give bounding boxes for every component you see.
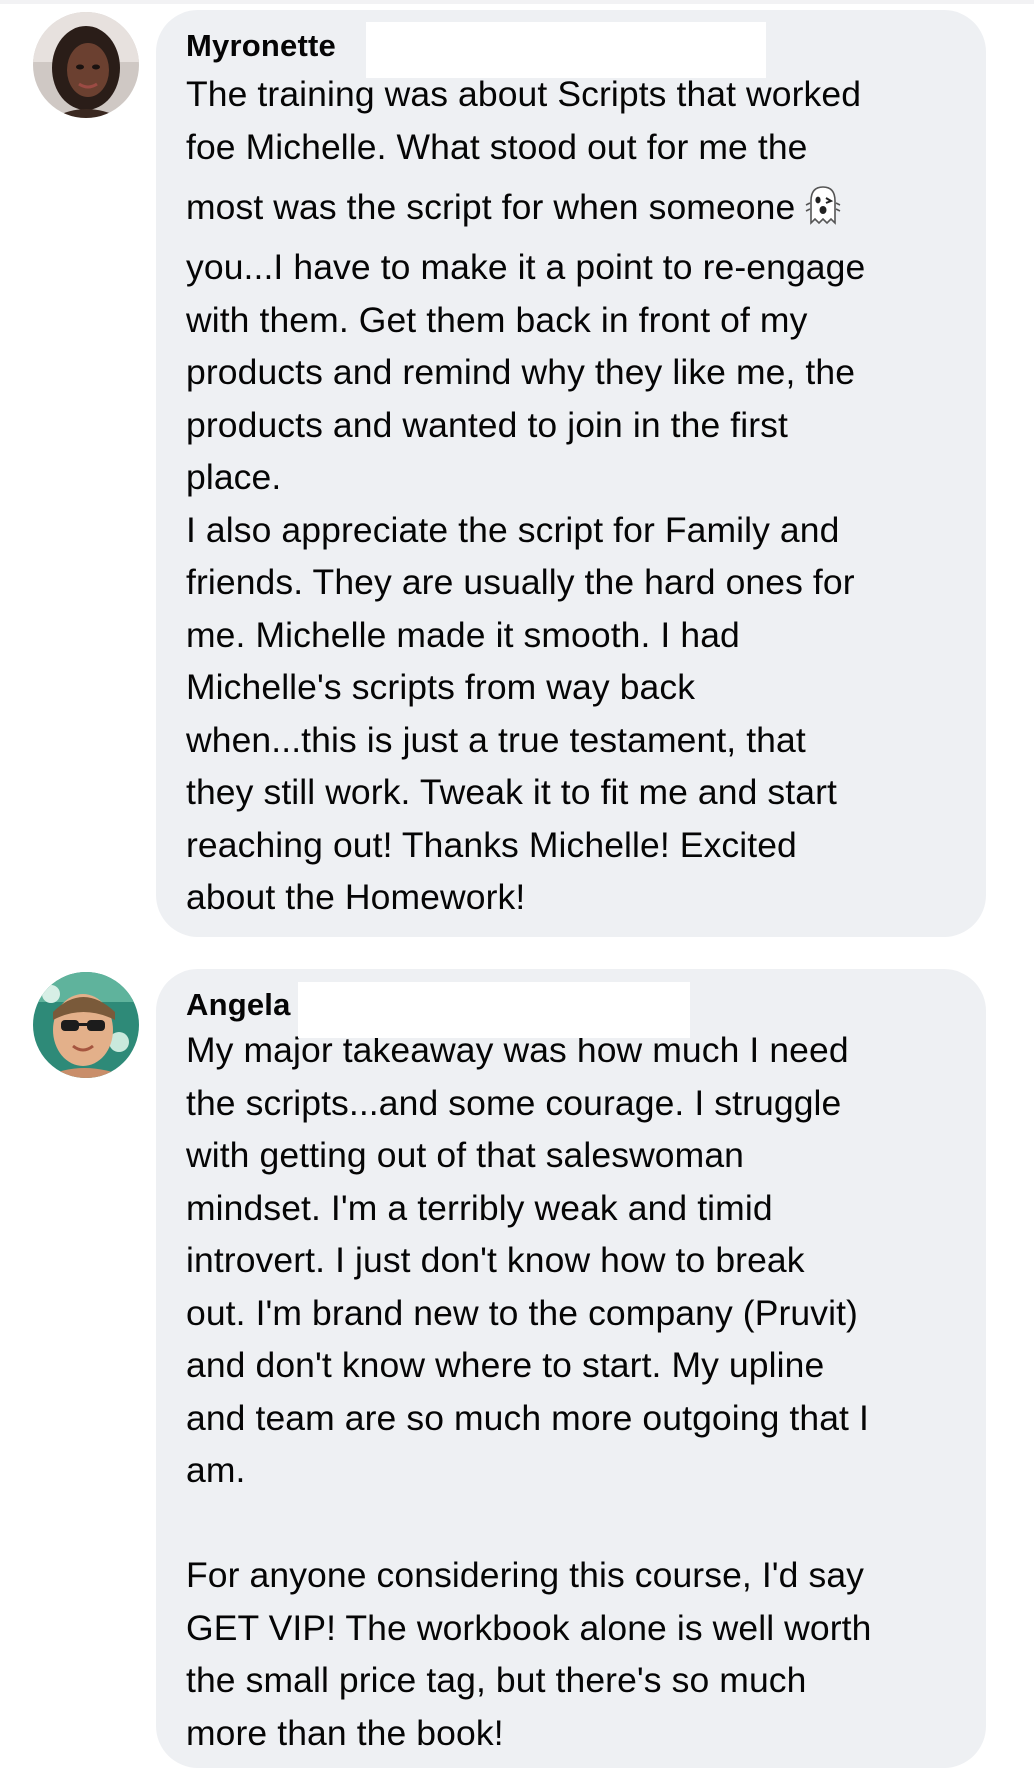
comment-line: out. I'm brand new to the company (Pruvi… xyxy=(186,1292,858,1333)
comment-line: introvert. I just don't know how to brea… xyxy=(186,1240,805,1280)
comment-line: foe Michelle. What stood out for me the xyxy=(186,126,808,167)
comment-author[interactable]: Angela xyxy=(186,986,291,1024)
comment-line: and don't know where to start. My upline xyxy=(186,1345,825,1385)
redaction-box xyxy=(298,982,690,1038)
comment-line: they still work. Tweak it to fit me and … xyxy=(186,772,837,812)
comment-line: with them. Get them back in front of my xyxy=(186,299,808,340)
comment-text: My major takeaway was how much I need th… xyxy=(186,1024,958,1759)
comment-line: place. xyxy=(186,457,282,497)
redaction-box xyxy=(366,22,766,78)
comment-line: friends. They are usually the hard ones … xyxy=(186,562,855,602)
comment-line: me. Michelle made it smooth. I had xyxy=(186,614,740,655)
comment-line: and team are so much more outgoing that … xyxy=(186,1397,869,1438)
comment-author[interactable]: Myronette xyxy=(186,27,336,65)
comment-line: you...I have to make it a point to re-en… xyxy=(186,247,866,287)
comment-line: the scripts...and some courage. I strugg… xyxy=(186,1082,842,1123)
top-divider xyxy=(0,0,1034,4)
comment-line: products and wanted to join in the first xyxy=(186,404,788,445)
ghost-emoji-icon xyxy=(801,183,845,227)
comment-text: The training was about Scripts that work… xyxy=(186,68,958,924)
avatar[interactable] xyxy=(33,12,139,118)
comment-line-text: most was the script for when someone xyxy=(186,187,796,227)
comment-line: mindset. I'm a terribly weak and timid xyxy=(186,1187,773,1228)
comment-line: with getting out of that saleswoman xyxy=(186,1135,745,1175)
comment-line: Michelle's scripts from way back xyxy=(186,667,696,707)
avatar-photo-angela xyxy=(33,972,139,1078)
comment-line: reaching out! Thanks Michelle! Excited xyxy=(186,824,797,865)
comment-bubble: Angela My major takeaway was how much I … xyxy=(156,969,986,1768)
comment-line: more than the book! xyxy=(186,1712,504,1753)
comment-line: am. xyxy=(186,1450,246,1490)
comment-line: when...this is just a true testament, th… xyxy=(186,719,806,760)
comment-line: I also appreciate the script for Family … xyxy=(186,509,840,550)
comment-line: the small price tag, but there's so much xyxy=(186,1660,807,1700)
comment-line: most was the script for when someone xyxy=(186,173,958,241)
comment-line: products and remind why they like me, th… xyxy=(186,352,856,392)
comment-line: about the Homework! xyxy=(186,877,526,917)
comment-bubble: Myronette The training was about Scripts… xyxy=(156,10,986,937)
comment-line: GET VIP! The workbook alone is well wort… xyxy=(186,1607,872,1648)
paragraph-break xyxy=(186,1497,958,1550)
avatar[interactable] xyxy=(33,972,139,1078)
comment-line: For anyone considering this course, I'd … xyxy=(186,1555,865,1595)
avatar-photo-myronette xyxy=(33,12,139,118)
